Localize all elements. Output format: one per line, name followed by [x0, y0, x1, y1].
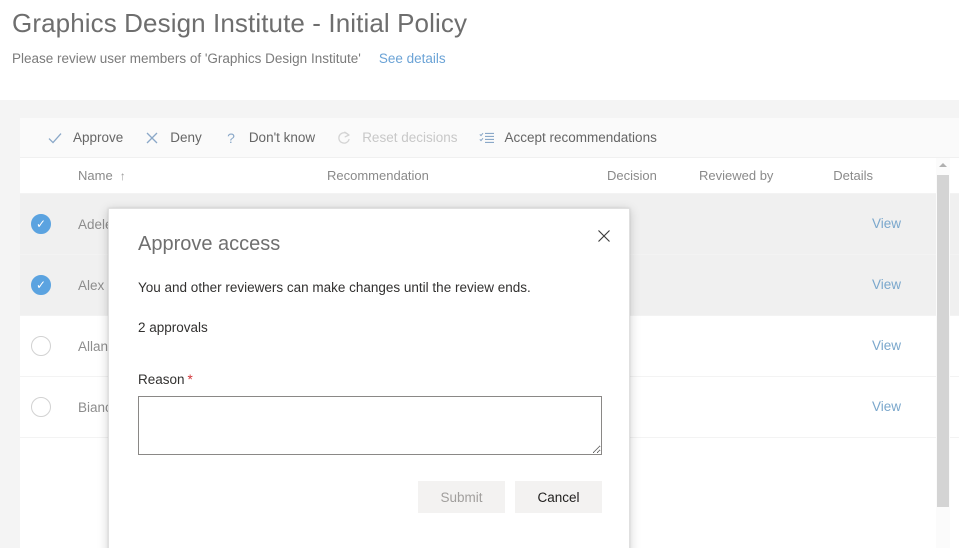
reason-label-text: Reason: [138, 372, 185, 387]
dont-know-label: Don't know: [249, 129, 315, 147]
accept-recommendations-button[interactable]: Accept recommendations: [468, 118, 667, 158]
view-details-link[interactable]: View: [872, 216, 901, 231]
reason-input[interactable]: [138, 396, 602, 455]
check-icon: [46, 129, 64, 147]
dont-know-button[interactable]: ? Don't know: [212, 118, 325, 158]
deny-label: Deny: [170, 129, 202, 147]
page-header: Graphics Design Institute - Initial Poli…: [0, 0, 959, 100]
see-details-link[interactable]: See details: [379, 50, 446, 68]
table-scrollbar[interactable]: [936, 158, 950, 548]
reset-decisions-label: Reset decisions: [362, 129, 457, 147]
row-checkbox[interactable]: ✓: [31, 397, 51, 417]
redo-arrow-icon: [335, 129, 353, 147]
approve-label: Approve: [73, 129, 123, 147]
checklist-icon: [478, 129, 496, 147]
column-header-reviewed-by[interactable]: Reviewed by: [699, 168, 809, 183]
cell-details: View: [825, 215, 913, 233]
row-checkbox[interactable]: ✓: [31, 336, 51, 356]
view-details-link[interactable]: View: [872, 399, 901, 414]
view-details-link[interactable]: View: [872, 277, 901, 292]
scroll-up-arrow-icon[interactable]: [936, 158, 950, 172]
question-mark-icon: ?: [222, 129, 240, 147]
dialog-close-button[interactable]: [589, 221, 619, 251]
dialog-description: You and other reviewers can make changes…: [138, 279, 600, 297]
accept-recommendations-label: Accept recommendations: [505, 129, 657, 147]
row-checkbox[interactable]: ✓: [31, 275, 51, 295]
close-x-icon: [143, 129, 161, 147]
row-checkbox-cell[interactable]: ✓: [20, 336, 62, 356]
sort-ascending-icon: ↑: [120, 169, 126, 183]
cell-details: View: [825, 276, 913, 294]
deny-button[interactable]: Deny: [133, 118, 212, 158]
column-header-name-label: Name: [78, 168, 113, 183]
subtitle-row: Please review user members of 'Graphics …: [12, 50, 959, 68]
dialog-body: Approve access You and other reviewers c…: [109, 209, 629, 513]
row-checkbox[interactable]: ✓: [31, 214, 51, 234]
approval-count-text: 2 approvals: [138, 319, 600, 337]
cell-details: View: [825, 398, 913, 416]
scrollbar-thumb[interactable]: [937, 175, 949, 507]
check-icon: ✓: [36, 279, 46, 291]
reason-field-label: Reason*: [138, 371, 600, 389]
column-header-details[interactable]: Details: [809, 168, 885, 183]
row-checkbox-cell[interactable]: ✓: [20, 275, 62, 295]
page-title: Graphics Design Institute - Initial Poli…: [12, 6, 959, 40]
view-details-link[interactable]: View: [872, 338, 901, 353]
row-checkbox-cell[interactable]: ✓: [20, 214, 62, 234]
column-header-name[interactable]: Name ↑: [62, 168, 327, 183]
svg-text:?: ?: [227, 130, 235, 146]
column-header-recommendation[interactable]: Recommendation: [327, 168, 607, 183]
submit-button[interactable]: Submit: [418, 481, 505, 513]
access-review-page: Graphics Design Institute - Initial Poli…: [0, 0, 959, 548]
required-marker: *: [188, 372, 193, 387]
dialog-action-buttons: Submit Cancel: [138, 481, 602, 513]
cancel-button[interactable]: Cancel: [515, 481, 602, 513]
reset-decisions-button[interactable]: Reset decisions: [325, 118, 467, 158]
column-header-decision[interactable]: Decision: [607, 168, 699, 183]
row-checkbox-cell[interactable]: ✓: [20, 397, 62, 417]
check-icon: ✓: [36, 218, 46, 230]
command-bar: Approve Deny ? Don't know: [20, 118, 959, 158]
close-x-icon: [597, 229, 611, 243]
dialog-title: Approve access: [138, 231, 600, 257]
page-subtitle: Please review user members of 'Graphics …: [12, 50, 361, 68]
approve-button[interactable]: Approve: [36, 118, 133, 158]
cell-details: View: [825, 337, 913, 355]
table-header-row: Name ↑ Recommendation Decision Reviewed b…: [20, 158, 959, 194]
approve-access-dialog: Approve access You and other reviewers c…: [108, 208, 630, 548]
